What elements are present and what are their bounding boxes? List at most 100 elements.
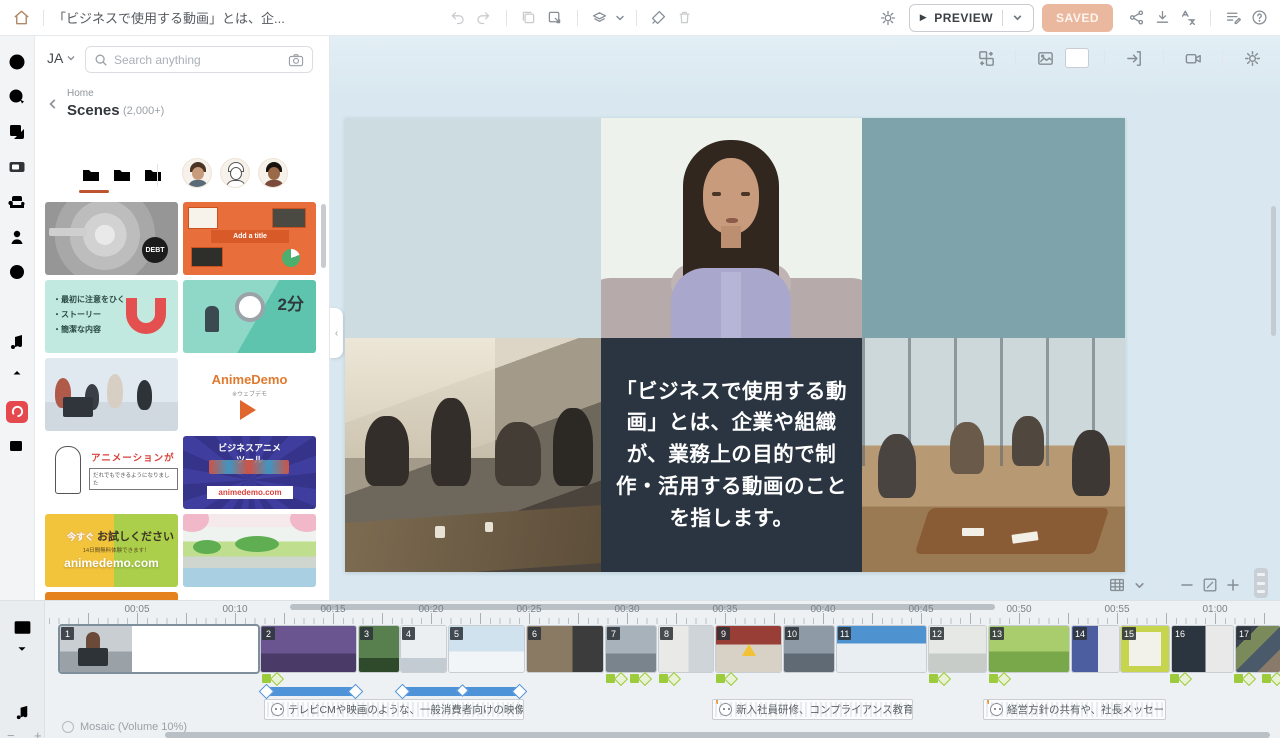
- keyframe-marker[interactable]: [659, 674, 668, 683]
- panel-collapse-handle[interactable]: ‹: [330, 308, 343, 358]
- paste-style-icon[interactable]: [542, 5, 568, 31]
- timeline-scene-2[interactable]: 2: [261, 626, 356, 672]
- caption-clip-3[interactable]: 経営方針の共有や、社長メッセージ: [983, 699, 1166, 720]
- timeline-bottom-scrollbar[interactable]: [165, 732, 1270, 738]
- caption-clip-2[interactable]: 新入社員研修、コンプライアンス教育、安: [712, 699, 913, 720]
- collapse-track-chevron-icon[interactable]: [16, 643, 28, 655]
- avatar-man-brown[interactable]: [182, 158, 212, 188]
- timeline-scene-13[interactable]: 13: [989, 626, 1069, 672]
- sidebar-item-props[interactable]: [0, 184, 35, 219]
- video-track-icon[interactable]: [12, 617, 33, 638]
- duplicate-icon[interactable]: [516, 5, 542, 31]
- tab-folder-image[interactable]: [111, 164, 133, 186]
- timeline-scene-12[interactable]: 12: [929, 626, 986, 672]
- help-icon[interactable]: [1246, 5, 1272, 31]
- preview-button[interactable]: ▶ PREVIEW: [909, 4, 1034, 32]
- canvas-vertical-scrollbar[interactable]: [1271, 206, 1276, 336]
- background-image-icon[interactable]: [1031, 44, 1059, 72]
- keyframe-marker[interactable]: [606, 674, 615, 683]
- sidebar-item-audio[interactable]: [0, 324, 35, 359]
- sidebar-item-ai-image[interactable]: [0, 429, 35, 464]
- layers-chevron-icon[interactable]: [613, 5, 627, 31]
- video-stage[interactable]: 「ビジネスで使用する動画」とは、企業や組織が、業務上の目的で制作・活用する動画の…: [345, 118, 1125, 572]
- share-icon[interactable]: [1123, 5, 1149, 31]
- film-strip-handle[interactable]: [1254, 568, 1268, 598]
- timeline-scene-7[interactable]: 7: [606, 626, 656, 672]
- grid-view-icon[interactable]: [1108, 576, 1126, 594]
- camera-movement-icon[interactable]: [1179, 44, 1207, 72]
- audio-track-icon[interactable]: [13, 703, 32, 722]
- timeline-scene-9[interactable]: 9: [716, 626, 781, 672]
- trash-icon[interactable]: [672, 5, 698, 31]
- swap-scene-icon[interactable]: [972, 44, 1000, 72]
- background-color-swatch[interactable]: [1065, 48, 1089, 68]
- timeline-scene-1[interactable]: 1: [60, 626, 258, 672]
- timeline-scene-5[interactable]: 5: [449, 626, 524, 672]
- notes-icon[interactable]: [1220, 5, 1246, 31]
- scene-thumbnail-park[interactable]: [183, 514, 316, 587]
- timeline-scene-8[interactable]: 8: [659, 626, 713, 672]
- timeline-scene-6[interactable]: 6: [527, 626, 603, 672]
- language-selector[interactable]: JA: [47, 50, 76, 66]
- timeline-scene-15[interactable]: 15: [1121, 626, 1169, 672]
- keyframe-marker[interactable]: [1170, 674, 1179, 683]
- scene-thumbnail-animedemo-play[interactable]: AnimeDemo ※ウェブデモ: [183, 358, 316, 431]
- sidebar-item-uploads[interactable]: [0, 359, 35, 394]
- scene-settings-gear-icon[interactable]: [1238, 44, 1266, 72]
- sidebar-item-explore[interactable]: [0, 44, 35, 79]
- keyframe-marker[interactable]: [929, 674, 938, 683]
- stage-block-top-left[interactable]: [345, 118, 601, 338]
- sidebar-item-brand[interactable]: [0, 79, 35, 114]
- stage-caption-block[interactable]: 「ビジネスで使用する動画」とは、企業や組織が、業務上の目的で制作・活用する動画の…: [601, 338, 862, 572]
- keyframe-marker[interactable]: [1262, 674, 1271, 683]
- scene-thumbnail-trial-yellow[interactable]: 今すぐ お試しください 14日間無料体験できます！ animedemo.com: [45, 514, 178, 587]
- tab-folder[interactable]: [80, 164, 102, 186]
- search-box[interactable]: [85, 46, 313, 73]
- scene-thumbnail-infographic[interactable]: Add a title: [183, 202, 316, 275]
- sidebar-item-scenes[interactable]: [0, 149, 35, 184]
- stage-photo-office[interactable]: [862, 338, 1125, 572]
- scene-thumbnail-whiteboard[interactable]: アニメーションが だれでもできるようになりました: [45, 436, 178, 509]
- scene-thumbnail-bellmare[interactable]: ウェブデモは湘南ベルマーレを応援します！ AnimeDemo: [183, 592, 316, 600]
- scene-thumbnail-business-anime-tool[interactable]: ビジネスアニメツール animedemo.com: [183, 436, 316, 509]
- avatar-sketch-character[interactable]: [220, 158, 250, 188]
- breadcrumb[interactable]: Home: [67, 88, 94, 99]
- timeline-scene-16[interactable]: 16: [1172, 626, 1233, 672]
- timeline-scene-14[interactable]: 14: [1072, 626, 1119, 672]
- grid-view-chevron-icon[interactable]: [1134, 580, 1145, 591]
- tab-folder-export[interactable]: [142, 164, 164, 186]
- project-title[interactable]: 「ビジネスで使用する動画」とは、企...: [53, 8, 285, 27]
- keyframe-marker[interactable]: [262, 674, 271, 683]
- redo-icon[interactable]: [471, 5, 497, 31]
- scene-thumbnail-magnet[interactable]: ・最初に注意をひく ・ストーリー ・簡潔な内容: [45, 280, 178, 353]
- scene-thumbnail-two-minutes[interactable]: 2分: [183, 280, 316, 353]
- stage-photo-meeting[interactable]: [345, 338, 601, 572]
- timeline-scene-3[interactable]: 3: [359, 626, 399, 672]
- sidebar-item-text[interactable]: [0, 289, 35, 324]
- timeline-scene-10[interactable]: 10: [784, 626, 834, 672]
- scene-thumbnail-trial-orange[interactable]: 今すぐ お試しください animedemo.com: [45, 592, 178, 600]
- sidebar-item-app-logo[interactable]: [0, 394, 35, 429]
- format-brush-icon[interactable]: [646, 5, 672, 31]
- avatar-man-dark[interactable]: [258, 158, 288, 188]
- zoom-out-icon[interactable]: [1180, 578, 1194, 592]
- layers-icon[interactable]: [587, 5, 613, 31]
- saved-button[interactable]: SAVED: [1042, 4, 1113, 32]
- timeline-scene-17[interactable]: 17: [1236, 626, 1280, 672]
- caption-clip-1[interactable]: テレビCMや映画のような、一般消費者向けの映像ではな: [264, 699, 524, 720]
- scene-thumbnail-office-cartoon[interactable]: [45, 358, 178, 431]
- panel-scrollbar[interactable]: [321, 204, 326, 268]
- preview-dropdown-icon[interactable]: [1012, 12, 1023, 23]
- download-icon[interactable]: [1149, 5, 1175, 31]
- keyframe-marker[interactable]: [989, 674, 998, 683]
- timeline-zoom-out-icon[interactable]: −: [7, 728, 15, 738]
- timeline-scene-4[interactable]: 4: [401, 626, 446, 672]
- stage-presenter-video[interactable]: [601, 118, 862, 338]
- search-input[interactable]: [114, 53, 282, 67]
- keyframe-marker[interactable]: [630, 674, 639, 683]
- breadcrumb-back-icon[interactable]: [47, 98, 59, 110]
- home-icon[interactable]: [8, 5, 34, 31]
- stage-block-top-right[interactable]: [862, 118, 1125, 338]
- timeline-scene-11[interactable]: 11: [837, 626, 926, 672]
- timeline-ruler[interactable]: 00:05 00:10 00:15 00:20 00:25 00:30 00:3…: [45, 601, 1280, 625]
